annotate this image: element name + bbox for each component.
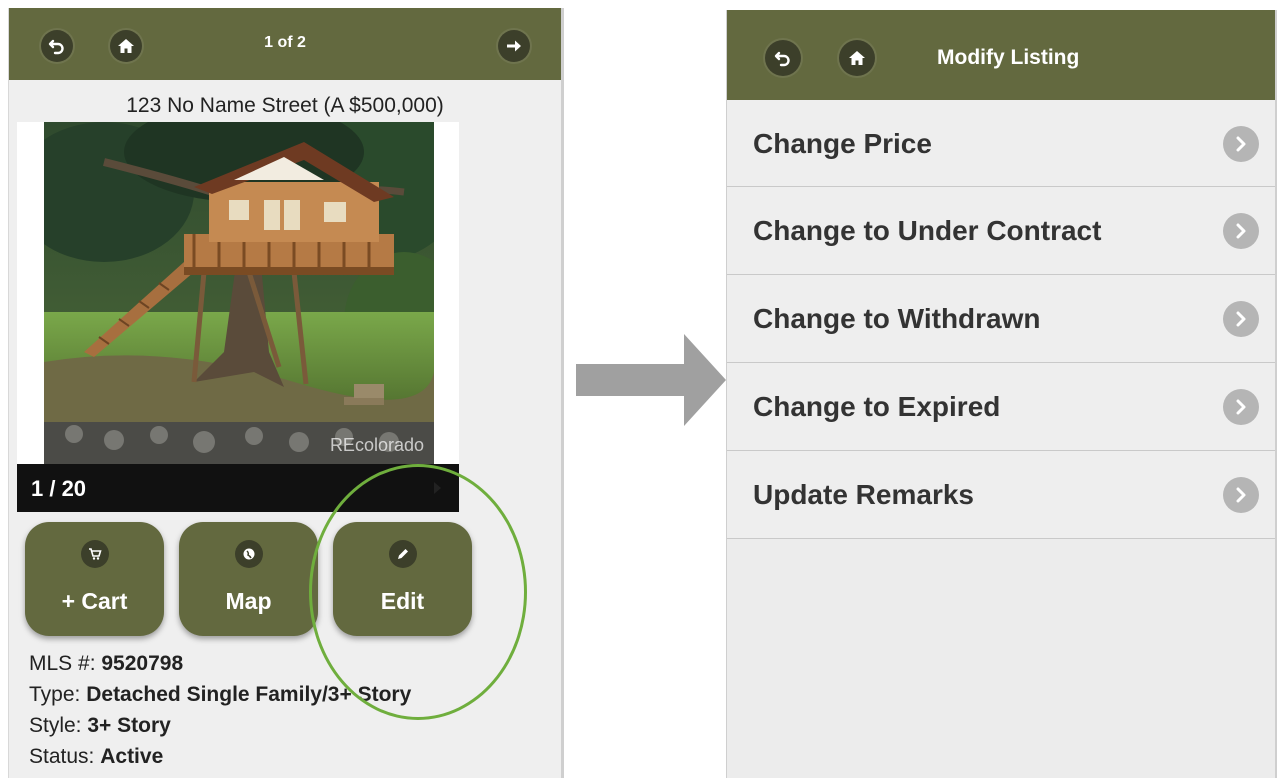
style-value: 3+ Story <box>87 714 171 737</box>
photo-gallery[interactable]: REcolorado 1 / 20 <box>17 122 459 512</box>
next-photo-icon[interactable] <box>434 482 441 494</box>
modify-header: Modify Listing <box>727 10 1275 100</box>
modify-menu: Change Price Change to Under Contract Ch… <box>727 100 1275 539</box>
edit-button[interactable]: Edit <box>333 522 472 636</box>
menu-item-change-price[interactable]: Change Price <box>727 100 1275 187</box>
next-listing-button[interactable] <box>498 30 530 62</box>
cart-icon <box>81 540 109 568</box>
menu-item-label: Change to Under Contract <box>753 215 1102 246</box>
menu-item-under-contract[interactable]: Change to Under Contract <box>727 187 1275 275</box>
type-row: Type: Detached Single Family/3+ Story <box>29 679 411 710</box>
chevron-right-icon <box>1223 389 1259 425</box>
edit-label: Edit <box>380 588 425 614</box>
mls-value: 9520798 <box>101 652 184 675</box>
photo-watermark: REcolorado <box>329 435 424 455</box>
arrow-right-icon <box>507 40 521 52</box>
mls-row: MLS #: 9520798 <box>29 648 411 679</box>
transition-arrow-head <box>684 334 726 426</box>
photo-counter: 1 / 20 <box>31 476 87 501</box>
pencil-icon <box>389 540 417 568</box>
listing-details: MLS #: 9520798 Type: Detached Single Fam… <box>29 648 411 772</box>
add-to-cart-button[interactable]: + Cart <box>25 522 164 636</box>
home-icon <box>849 51 865 65</box>
menu-item-label: Change to Expired <box>753 391 1001 422</box>
photo-navigation-bar: 1 / 20 <box>17 464 459 512</box>
page-title: Modify Listing <box>937 46 1080 69</box>
mls-label: MLS #: <box>29 652 96 675</box>
chevron-right-icon <box>1223 477 1259 513</box>
transition-arrow <box>576 364 684 396</box>
treehouse-image <box>44 122 434 464</box>
chevron-right-icon <box>1223 213 1259 249</box>
menu-item-label: Change Price <box>753 128 932 159</box>
map-label: Map <box>225 588 272 614</box>
back-button-modify[interactable] <box>765 40 801 76</box>
status-value: Active <box>100 745 164 768</box>
listing-detail-screen: 1 of 2 123 No Name Street (A $500,000) R… <box>8 8 564 778</box>
type-value: Detached Single Family/3+ Story <box>86 683 412 706</box>
map-button[interactable]: Map <box>179 522 318 636</box>
pager-indicator: 1 of 2 <box>264 34 306 51</box>
menu-item-expired[interactable]: Change to Expired <box>727 363 1275 451</box>
status-label: Status: <box>29 745 95 768</box>
menu-item-update-remarks[interactable]: Update Remarks <box>727 451 1275 539</box>
back-icon <box>774 51 790 67</box>
style-row: Style: 3+ Story <box>29 710 411 741</box>
type-label: Type: <box>29 683 81 706</box>
listing-address: 123 No Name Street (A $500,000) <box>126 94 444 117</box>
modify-listing-screen: Modify Listing Change Price Change to Un… <box>726 10 1277 778</box>
chevron-right-icon <box>1223 126 1259 162</box>
menu-item-label: Change to Withdrawn <box>753 303 1041 334</box>
chevron-right-icon <box>1223 301 1259 337</box>
listing-header: 1 of 2 <box>9 8 561 80</box>
menu-item-label: Update Remarks <box>753 479 974 510</box>
style-label: Style: <box>29 714 82 737</box>
status-row: Status: Active <box>29 741 411 772</box>
listing-photo[interactable]: REcolorado <box>44 122 434 464</box>
globe-icon <box>235 540 263 568</box>
home-button-modify[interactable] <box>839 40 875 76</box>
cart-label: + Cart <box>61 588 128 614</box>
menu-item-withdrawn[interactable]: Change to Withdrawn <box>727 275 1275 363</box>
